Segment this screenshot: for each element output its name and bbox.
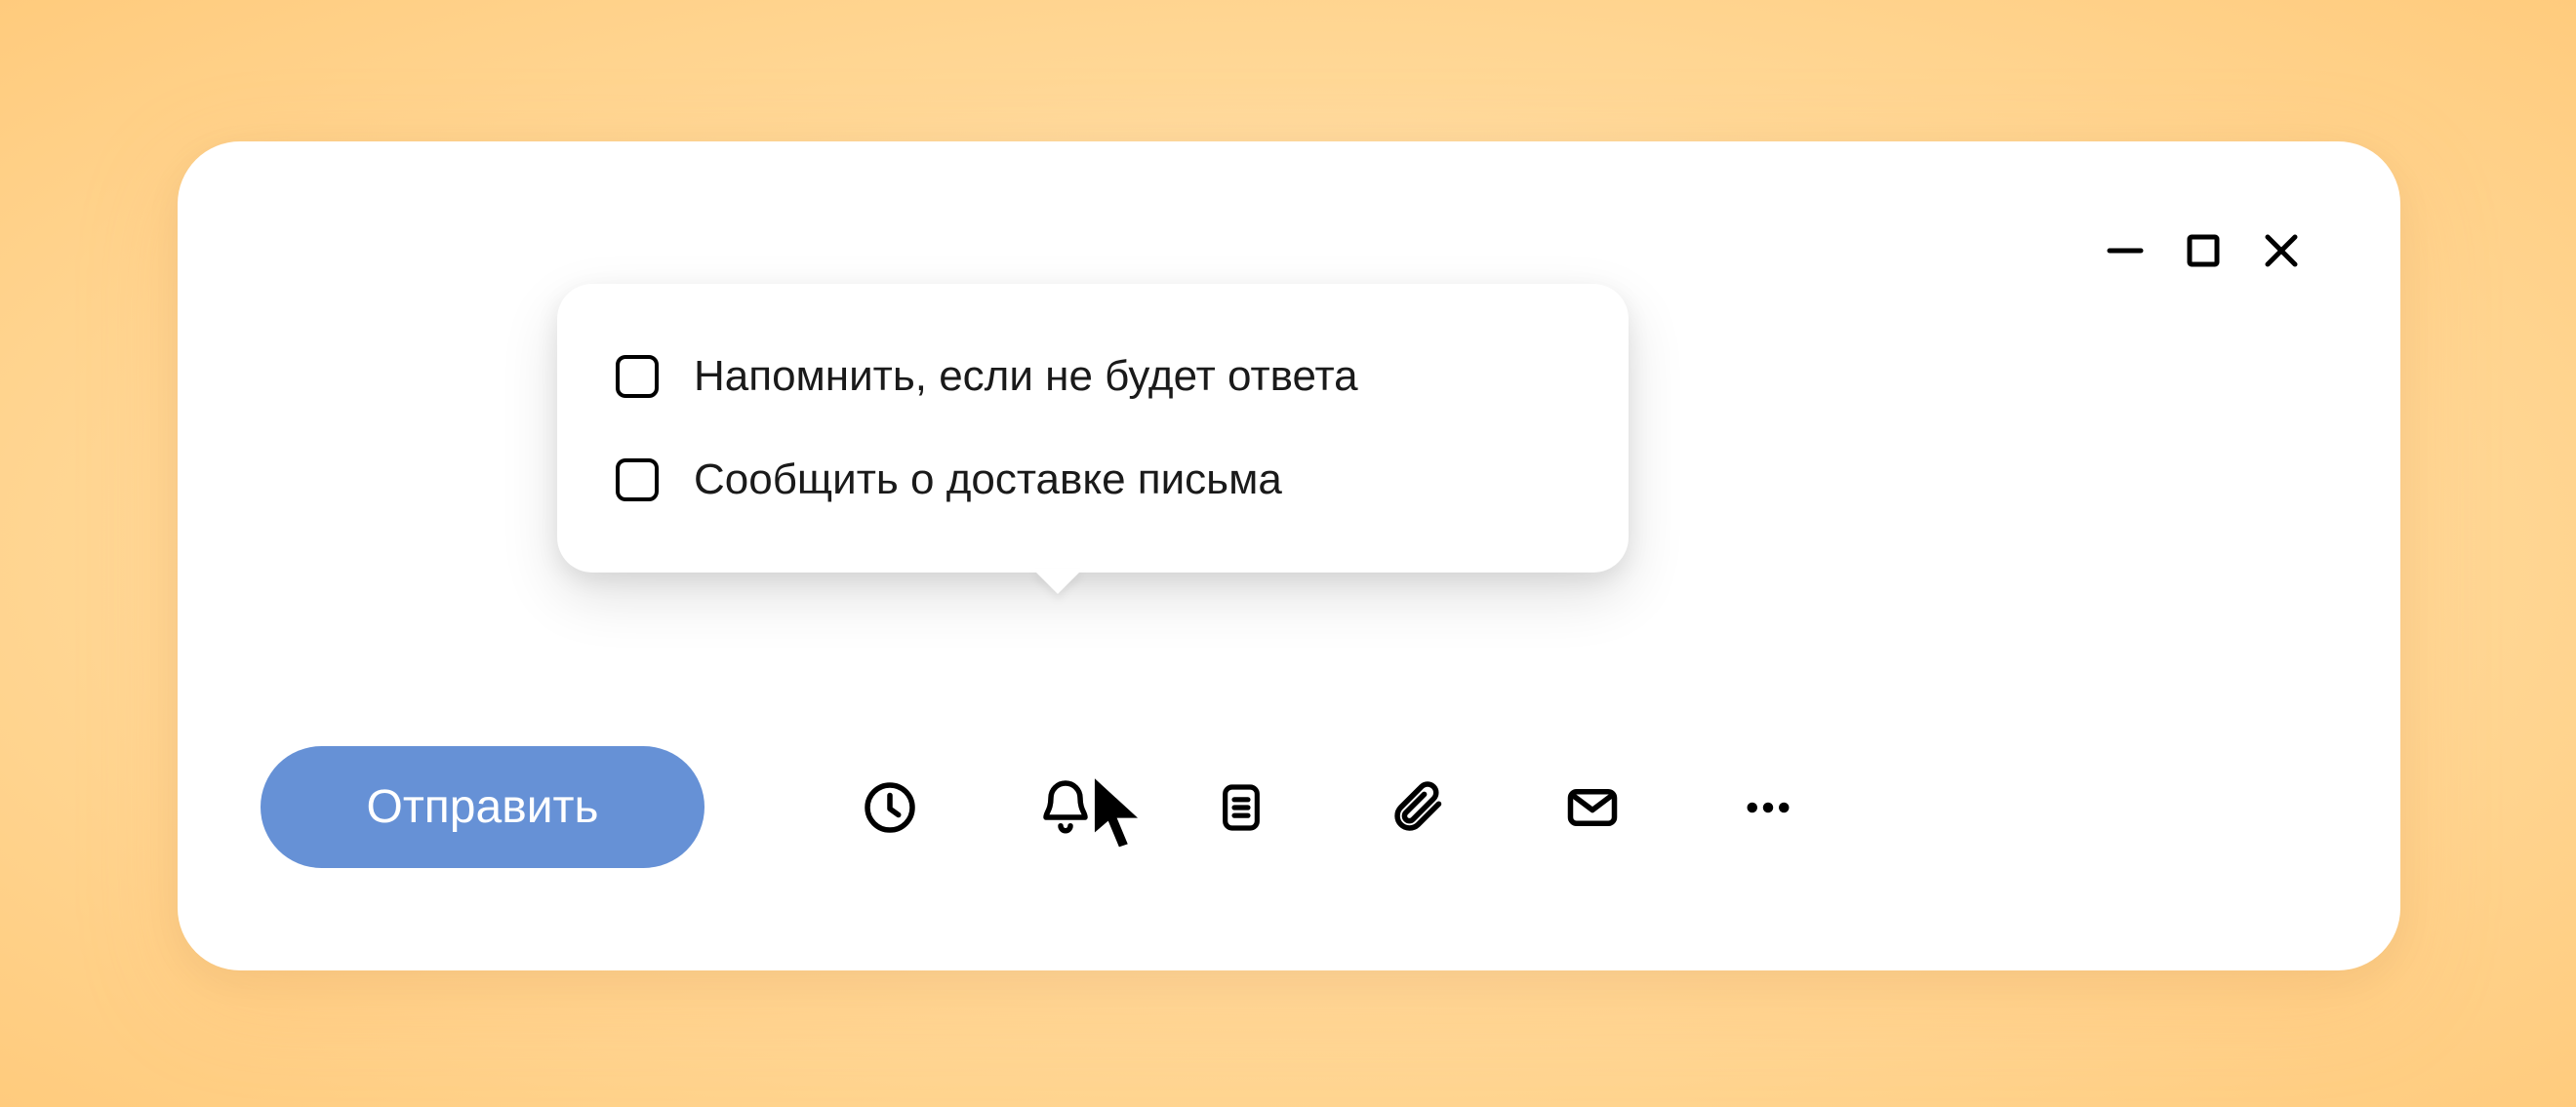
envelope-icon (1563, 776, 1622, 839)
reminder-button[interactable] (1036, 778, 1095, 837)
popover-item-remind-no-reply[interactable]: Напомнить, если не будет ответа (616, 338, 1570, 415)
popover-item-label: Сообщить о доставке письма (694, 455, 1282, 504)
minimize-icon (2106, 231, 2145, 270)
more-icon (1739, 776, 1797, 839)
maximize-icon (2184, 231, 2223, 270)
popover-item-delivery-report[interactable]: Сообщить о доставке письма (616, 442, 1570, 518)
schedule-send-button[interactable] (861, 778, 919, 837)
envelope-button[interactable] (1563, 778, 1622, 837)
close-icon (2262, 231, 2301, 270)
maximize-button[interactable] (2182, 229, 2225, 272)
paperclip-icon (1388, 778, 1446, 837)
checkbox-delivery-report[interactable] (616, 458, 659, 501)
bell-icon (1036, 778, 1095, 837)
more-button[interactable] (1739, 778, 1797, 837)
window-controls (2104, 229, 2303, 272)
clock-icon (861, 778, 919, 837)
compose-window: Напомнить, если не будет ответа Сообщить… (178, 141, 2400, 970)
checkbox-remind-no-reply[interactable] (616, 355, 659, 398)
popover-item-label: Напомнить, если не будет ответа (694, 352, 1358, 401)
compose-toolbar (861, 746, 1797, 868)
send-button[interactable]: Отправить (261, 746, 704, 868)
reminder-popover: Напомнить, если не будет ответа Сообщить… (557, 284, 1629, 573)
document-icon (1214, 780, 1268, 835)
minimize-button[interactable] (2104, 229, 2147, 272)
attach-button[interactable] (1388, 778, 1446, 837)
close-button[interactable] (2260, 229, 2303, 272)
template-button[interactable] (1212, 778, 1270, 837)
send-button-label: Отправить (366, 780, 598, 834)
